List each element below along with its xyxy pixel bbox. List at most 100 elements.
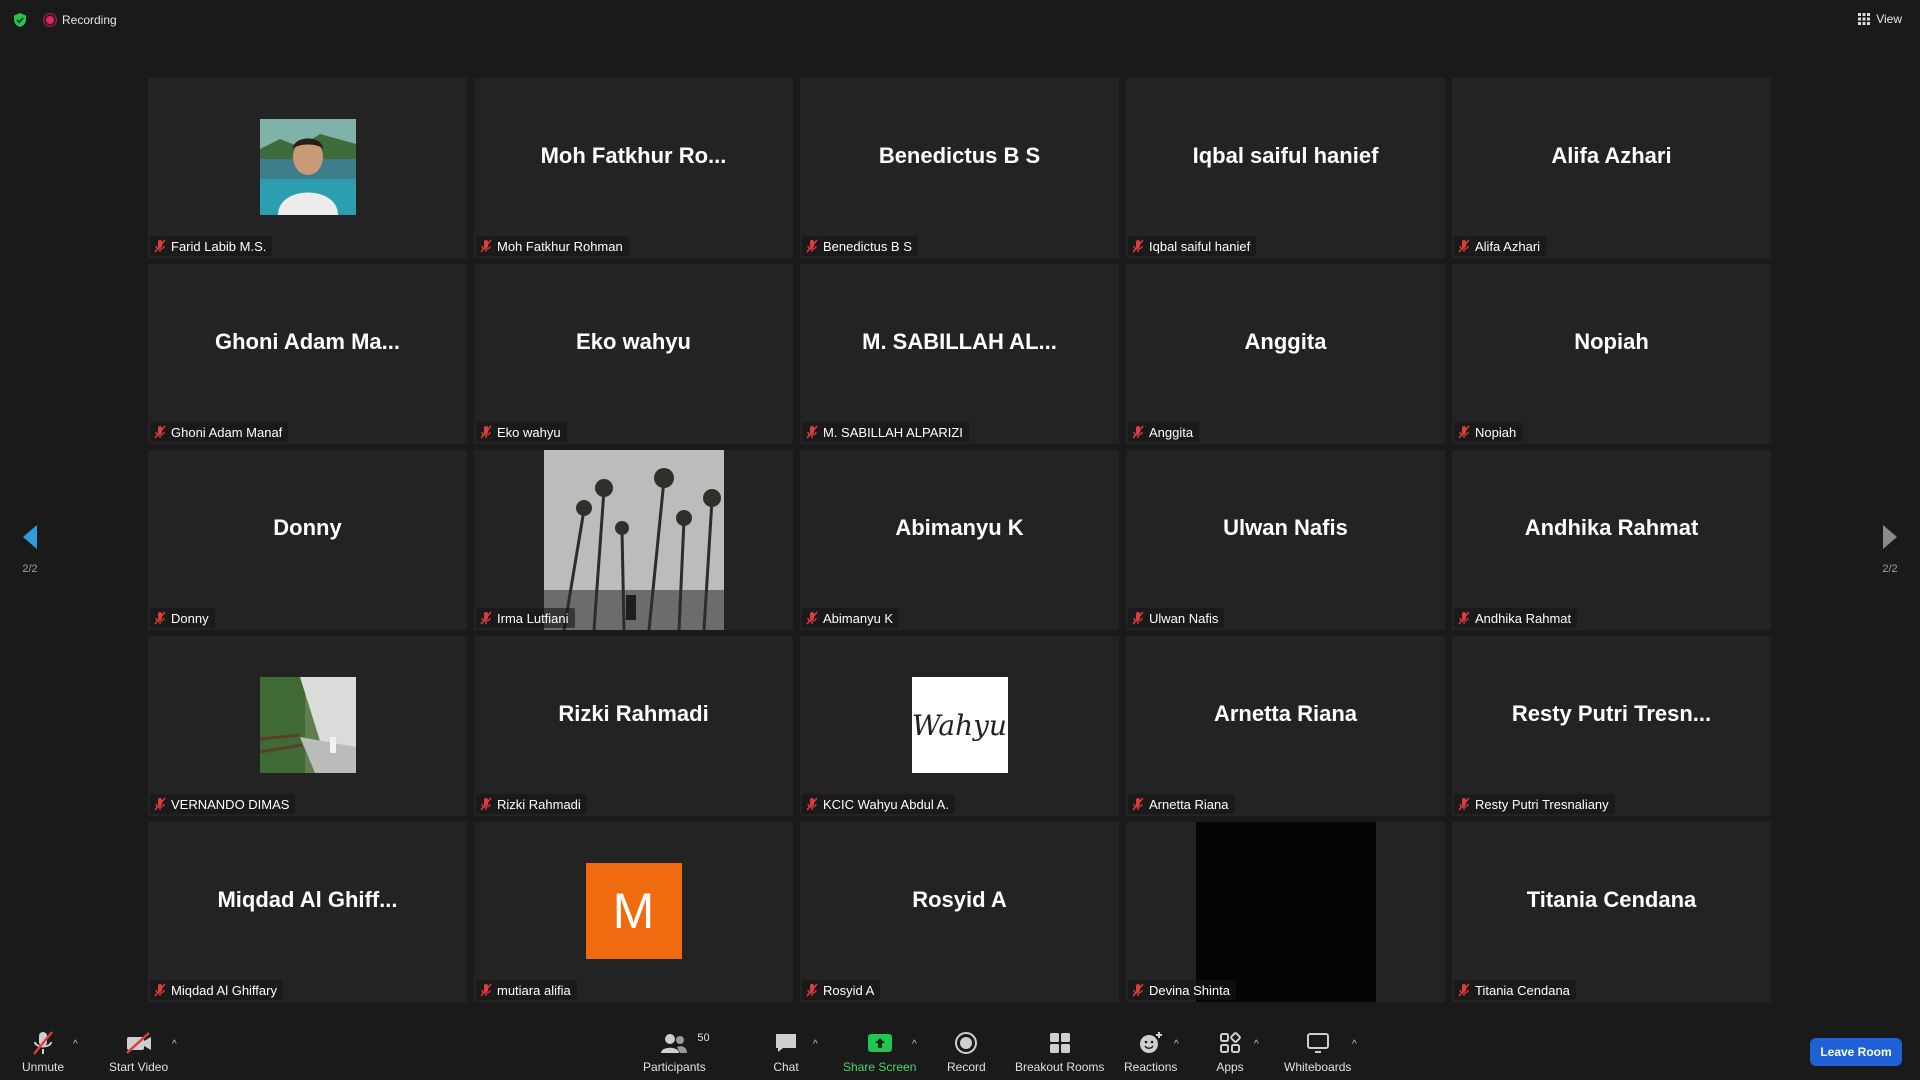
participant-tile[interactable]: Resty Putri Tresn... Resty Putri Tresnali… bbox=[1452, 636, 1771, 816]
previous-page-button[interactable]: 2/2 bbox=[10, 523, 50, 575]
participant-display-name: Anggita bbox=[1244, 329, 1327, 354]
muted-mic-icon bbox=[1132, 425, 1144, 439]
participant-name-label: Nopiah bbox=[1454, 422, 1523, 442]
participant-name: Donny bbox=[171, 610, 209, 626]
arrow-right-icon bbox=[1883, 525, 1897, 549]
participant-name-label: Anggita bbox=[1128, 422, 1200, 442]
chat-bubble-icon bbox=[771, 1030, 801, 1056]
view-label: View bbox=[1876, 12, 1902, 26]
participant-tile[interactable]: Rosyid A Rosyid A bbox=[800, 822, 1119, 1002]
breakout-rooms-icon bbox=[1045, 1030, 1075, 1056]
muted-mic-icon bbox=[154, 983, 166, 997]
participant-tile[interactable]: Andhika Rahmat Andhika Rahmat bbox=[1452, 450, 1771, 630]
participant-tile[interactable]: Moh Fatkhur Ro... Moh Fatkhur Rohman bbox=[474, 78, 793, 258]
participant-display-name: Alifa Azhari bbox=[1551, 143, 1672, 168]
video-options-caret-icon[interactable]: ^ bbox=[172, 1039, 177, 1050]
participant-display-name: Eko wahyu bbox=[576, 329, 691, 354]
participant-display-name: Arnetta Riana bbox=[1213, 701, 1358, 726]
record-button[interactable]: Record bbox=[947, 1030, 986, 1074]
audio-options-caret-icon[interactable]: ^ bbox=[73, 1039, 78, 1050]
participant-display-name: Abimanyu K bbox=[895, 515, 1024, 540]
participant-name: Farid Labib M.S. bbox=[171, 238, 267, 254]
whiteboards-button[interactable]: Whiteboards bbox=[1284, 1030, 1351, 1074]
participant-tile[interactable]: Miqdad Al Ghiff... Miqdad Al Ghiffary bbox=[148, 822, 467, 1002]
breakout-rooms-button[interactable]: Breakout Rooms bbox=[1015, 1030, 1104, 1074]
participant-name: Andhika Rahmat bbox=[1475, 610, 1572, 626]
participant-name: Benedictus B S bbox=[823, 238, 912, 254]
participant-name-label: Rizki Rahmadi bbox=[476, 794, 587, 814]
muted-mic-icon bbox=[154, 239, 166, 253]
participant-name: Ghoni Adam Manaf bbox=[171, 424, 283, 440]
participant-name: Abimanyu K bbox=[823, 610, 894, 626]
apps-label: Apps bbox=[1216, 1060, 1244, 1074]
participant-tile[interactable]: Abimanyu K Abimanyu K bbox=[800, 450, 1119, 630]
participant-tile[interactable]: Eko wahyu Eko wahyu bbox=[474, 264, 793, 444]
chat-options-caret-icon[interactable]: ^ bbox=[813, 1039, 818, 1050]
participant-tile[interactable]: Benedictus B S Benedictus B S bbox=[800, 78, 1119, 258]
participant-tile[interactable]: Arnetta Riana Arnetta Riana bbox=[1126, 636, 1445, 816]
participant-name-label: Arnetta Riana bbox=[1128, 794, 1235, 814]
share-options-caret-icon[interactable]: ^ bbox=[912, 1039, 917, 1050]
recording-indicator[interactable]: Recording bbox=[44, 12, 117, 28]
participant-tile[interactable]: M. SABILLAH AL... M. SABILLAH ALPARIZI bbox=[800, 264, 1119, 444]
participant-tile[interactable]: Wahyu KCIC Wahyu Abdul A. bbox=[800, 636, 1119, 816]
view-button[interactable]: View bbox=[1858, 12, 1902, 26]
participant-display-name: Nopiah bbox=[1574, 329, 1649, 354]
participant-tile[interactable]: Ghoni Adam Ma... Ghoni Adam Manaf bbox=[148, 264, 467, 444]
share-screen-button[interactable]: Share Screen bbox=[843, 1030, 916, 1074]
share-screen-label: Share Screen bbox=[843, 1060, 917, 1074]
leave-room-button[interactable]: Leave Room bbox=[1810, 1038, 1902, 1066]
participant-name-label: KCIC Wahyu Abdul A. bbox=[802, 794, 955, 814]
muted-mic-icon bbox=[806, 611, 818, 625]
participant-video bbox=[1195, 822, 1376, 1002]
muted-mic-icon bbox=[806, 983, 818, 997]
muted-mic-icon bbox=[1458, 425, 1470, 439]
participant-avatar: Wahyu bbox=[911, 677, 1008, 773]
participant-name: Resty Putri Tresnaliany bbox=[1475, 796, 1609, 812]
participant-name-label: Titania Cendana bbox=[1454, 980, 1576, 1000]
participants-button[interactable]: 50 Participants bbox=[643, 1030, 710, 1074]
unmute-label: Unmute bbox=[22, 1060, 65, 1074]
participant-name: mutiara alifia bbox=[497, 982, 571, 998]
whiteboards-options-caret-icon[interactable]: ^ bbox=[1352, 1039, 1357, 1050]
participant-tile[interactable]: Donny Donny bbox=[148, 450, 467, 630]
start-video-button[interactable]: Start Video bbox=[109, 1030, 168, 1074]
participant-video bbox=[259, 119, 356, 215]
participant-tile[interactable]: Rizki Rahmadi Rizki Rahmadi bbox=[474, 636, 793, 816]
next-page-button[interactable]: 2/2 bbox=[1870, 523, 1910, 575]
participant-tile[interactable]: Devina Shinta bbox=[1126, 822, 1445, 1002]
participant-display-name: Miqdad Al Ghiff... bbox=[217, 887, 398, 912]
chat-button[interactable]: Chat bbox=[771, 1030, 801, 1074]
participant-tile[interactable]: Nopiah Nopiah bbox=[1452, 264, 1771, 444]
reactions-options-caret-icon[interactable]: ^ bbox=[1174, 1039, 1179, 1050]
participant-name-label: Iqbal saiful hanief bbox=[1128, 236, 1257, 256]
muted-mic-icon bbox=[480, 797, 492, 811]
apps-options-caret-icon[interactable]: ^ bbox=[1254, 1039, 1259, 1050]
participant-tile[interactable]: Farid Labib M.S. bbox=[148, 78, 467, 258]
participant-name: Rosyid A bbox=[823, 982, 875, 998]
participant-tile[interactable]: Irma Lutfiani bbox=[474, 450, 793, 630]
participant-tile[interactable]: VERNANDO DIMAS bbox=[148, 636, 467, 816]
apps-button[interactable]: Apps bbox=[1215, 1030, 1245, 1074]
participant-display-name: Rizki Rahmadi bbox=[558, 701, 709, 726]
muted-mic-icon bbox=[480, 239, 492, 253]
participant-tile[interactable]: Iqbal saiful hanief Iqbal saiful hanief bbox=[1126, 78, 1445, 258]
participant-tile[interactable]: Titania Cendana Titania Cendana bbox=[1452, 822, 1771, 1002]
participant-name: Rizki Rahmadi bbox=[497, 796, 581, 812]
participants-label: Participants bbox=[643, 1060, 706, 1074]
participant-name: Ulwan Nafis bbox=[1149, 610, 1219, 626]
participant-name: Eko wahyu bbox=[497, 424, 561, 440]
participant-video bbox=[259, 677, 356, 773]
participant-tile[interactable]: Anggita Anggita bbox=[1126, 264, 1445, 444]
participant-tile[interactable]: Mmutiara alifia bbox=[474, 822, 793, 1002]
participant-tile[interactable]: Ulwan Nafis Ulwan Nafis bbox=[1126, 450, 1445, 630]
participant-display-name: Iqbal saiful hanief bbox=[1192, 143, 1379, 168]
reactions-button[interactable]: Reactions bbox=[1124, 1030, 1177, 1074]
participant-name-label: M. SABILLAH ALPARIZI bbox=[802, 422, 969, 442]
participant-name-label: Donny bbox=[150, 608, 215, 628]
unmute-button[interactable]: Unmute bbox=[22, 1030, 64, 1074]
muted-mic-icon bbox=[1458, 797, 1470, 811]
participant-avatar: M bbox=[585, 863, 682, 959]
participant-tile[interactable]: Alifa Azhari Alifa Azhari bbox=[1452, 78, 1771, 258]
security-shield-icon[interactable] bbox=[12, 12, 28, 28]
